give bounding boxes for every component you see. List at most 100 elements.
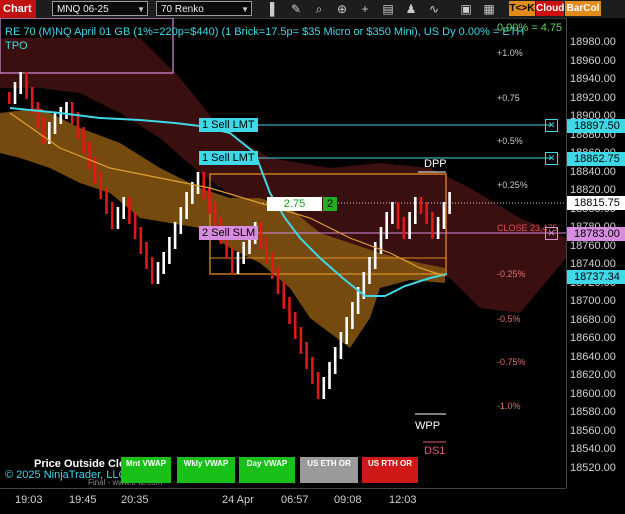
renko-brick: [99, 172, 103, 199]
renko-brick: [179, 207, 183, 234]
crosshair-icon[interactable]: ⊕: [334, 1, 350, 17]
templates-icon[interactable]: ▣: [458, 1, 474, 17]
chart-plot-area[interactable]: RE 70 (M)NQ April 01 GB (1%=220p=$440) (…: [0, 17, 566, 488]
day-vwap-button[interactable]: Day VWAP: [239, 457, 295, 483]
indicators-icon[interactable]: ∿: [426, 1, 442, 17]
renko-brick: [373, 242, 377, 269]
renko-brick: [8, 92, 11, 104]
button-label: Day VWAP: [246, 459, 288, 468]
instrument-selector[interactable]: MNQ 06-25 ▼: [52, 1, 148, 16]
renko-brick: [328, 362, 331, 389]
renko-brick: [259, 222, 263, 249]
renko-brick: [213, 202, 217, 229]
sell-lmt-order-1[interactable]: 1 Sell LMT: [199, 118, 258, 132]
time-axis[interactable]: 19:03 19:45 20:35 24 Apr 06:57 09:08 12:…: [0, 488, 566, 514]
us-rth-or-button[interactable]: US RTH OR: [362, 457, 418, 483]
renko-brick: [345, 317, 348, 344]
close-order-icon[interactable]: ✕: [545, 152, 558, 165]
renko-brick: [333, 347, 337, 374]
renko-brick: [122, 197, 125, 219]
renko-brick: [276, 267, 280, 294]
price-tick-label: 18960.00: [570, 54, 616, 67]
renko-brick: [419, 197, 423, 214]
properties-icon[interactable]: ▤: [380, 1, 396, 17]
zoom-icon[interactable]: ⌕: [311, 1, 327, 17]
bar-type-selector[interactable]: 70 Renko ▼: [156, 1, 252, 16]
chevron-down-icon: ▼: [241, 5, 249, 14]
renko-brick: [42, 117, 45, 144]
close-order-icon[interactable]: ✕: [545, 119, 558, 132]
renko-brick: [25, 72, 28, 99]
renko-brick: [168, 237, 171, 264]
price-tick-label: 18540.00: [570, 443, 616, 455]
renko-brick: [282, 282, 286, 309]
mnt-vwap-button[interactable]: Mnt VWAP: [121, 457, 171, 483]
renko-brick: [208, 187, 211, 214]
price-tick-label: 18760.00: [570, 239, 616, 252]
renko-brick: [436, 217, 440, 239]
close-order-icon[interactable]: ✕: [545, 227, 558, 240]
chevron-down-icon: ▼: [137, 5, 145, 14]
renko-brick: [13, 82, 17, 104]
chart-canvas: [0, 17, 566, 443]
data-box-icon[interactable]: ▦: [481, 1, 497, 17]
price-tick-label: 18680.00: [570, 313, 616, 326]
renko-brick: [196, 172, 200, 194]
instrument-value: MNQ 06-25: [57, 4, 109, 15]
wkly-vwap-button[interactable]: Wkly VWAP: [177, 457, 235, 483]
renko-brick: [299, 327, 303, 354]
us-eth-or-button[interactable]: US ETH OR: [300, 457, 358, 483]
renko-brick: [242, 242, 245, 264]
price-axis[interactable]: 18980.00 18960.00 18940.00 18920.00 18900.00…: [566, 18, 625, 488]
button-label: US RTH OR: [368, 459, 412, 468]
add-icon[interactable]: +: [357, 1, 373, 17]
cloud-button[interactable]: Cloud: [536, 1, 564, 16]
time-label: 19:45: [69, 494, 97, 506]
renko-brick: [36, 102, 40, 129]
sell-slm-order[interactable]: 2 Sell SLM: [199, 226, 259, 240]
price-tick-label: 18840.00: [570, 165, 616, 178]
order-price-flag: 18897.50: [567, 119, 625, 133]
chart-tab[interactable]: Chart: [0, 0, 36, 18]
barcol-button[interactable]: BarCol: [565, 1, 601, 16]
time-label: 24 Apr: [222, 494, 254, 506]
renko-brick: [202, 172, 205, 199]
renko-brick: [191, 182, 194, 204]
position-qty[interactable]: 2: [323, 197, 337, 211]
renko-brick: [19, 72, 22, 94]
button-label: Mnt VWAP: [126, 459, 166, 468]
renko-brick: [236, 252, 240, 274]
wpp-label: WPP: [415, 420, 441, 432]
tpo-label: TPO: [5, 40, 28, 52]
dpp-label: DPP: [424, 158, 447, 170]
average-price-flag: 18737.34: [567, 270, 625, 284]
ds1-label: DS1: [424, 445, 446, 457]
time-label: 20:35: [121, 494, 149, 506]
bar-style-icon[interactable]: ▐: [262, 1, 278, 17]
price-tick-label: 18560.00: [570, 424, 616, 437]
pct-label: -0.25%: [497, 269, 526, 279]
bar-type-value: 70 Renko: [161, 4, 204, 15]
price-tick-label: 18660.00: [570, 332, 616, 344]
renko-brick: [116, 207, 120, 229]
price-tick-label: 18520.00: [570, 461, 616, 474]
strategies-icon[interactable]: ♟: [403, 1, 419, 17]
pct-label: +0.25%: [497, 180, 528, 190]
renko-brick: [425, 202, 428, 224]
renko-brick: [391, 202, 394, 224]
renko-brick: [156, 262, 160, 284]
renko-brick: [339, 332, 343, 359]
renko-brick: [402, 217, 406, 239]
renko-brick: [414, 197, 417, 224]
pct-label: -0.75%: [497, 357, 526, 367]
renko-brick: [351, 302, 354, 329]
draw-icon[interactable]: ✎: [288, 1, 304, 17]
position-pnl[interactable]: 2.75: [267, 197, 322, 211]
renko-brick: [70, 102, 74, 124]
price-tick-label: 18640.00: [570, 350, 616, 363]
price-tick-label: 18620.00: [570, 369, 616, 381]
tk-button[interactable]: T<>K: [509, 1, 535, 16]
pct-label: -0.5%: [497, 314, 521, 324]
sell-lmt-order-2[interactable]: 1 Sell LMT: [199, 151, 258, 165]
renko-brick: [65, 102, 68, 119]
